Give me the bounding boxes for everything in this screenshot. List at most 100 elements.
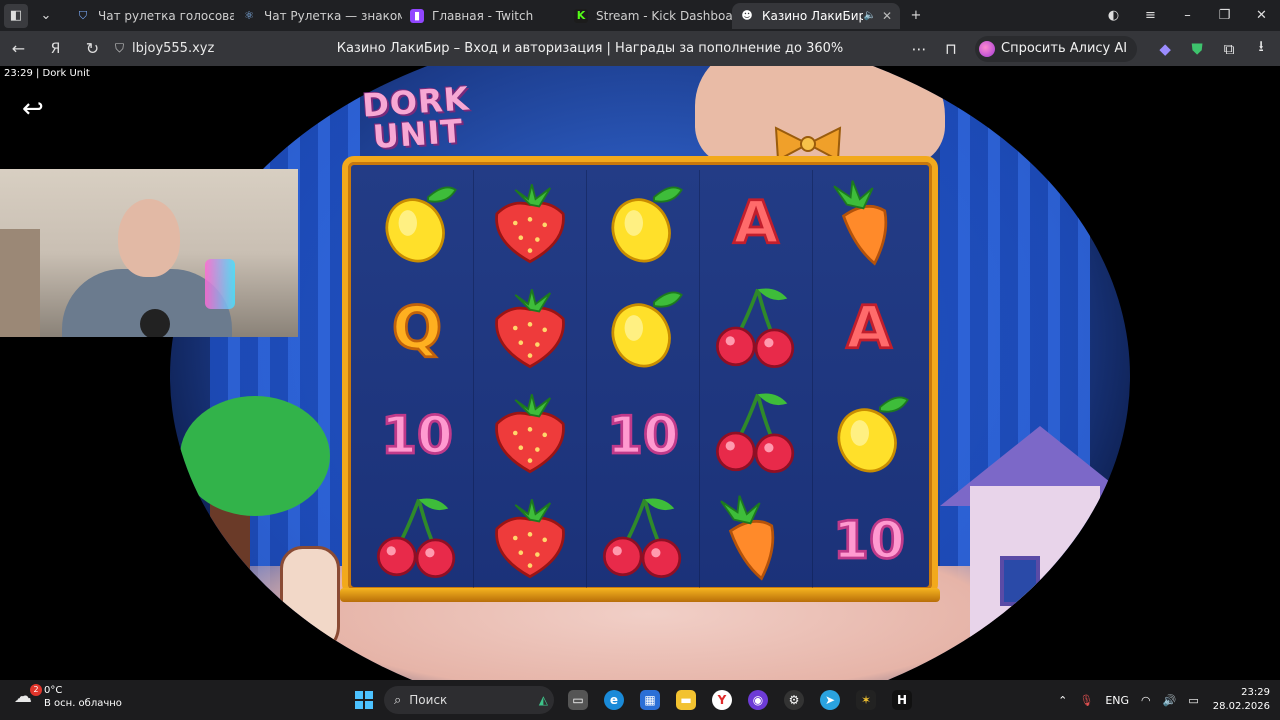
game-logo: DORK UNIT	[350, 79, 484, 156]
reels-base	[340, 588, 940, 602]
back-arrow-icon[interactable]: ↩	[22, 94, 44, 124]
house-window	[1000, 556, 1040, 606]
ask-alice-button[interactable]: Спросить Алису AI	[975, 35, 1138, 62]
symbol-card-A: A	[813, 275, 926, 380]
symbol-cherry	[700, 275, 813, 380]
weather-widget[interactable]: ☁ 2 0°C В осн. облачно	[14, 684, 122, 710]
navigation-bar: ← Я ↻ ⛉ lbjoy555.xyz Казино ЛакиБир – Вх…	[0, 31, 1280, 66]
telegram-icon[interactable]: ➤	[812, 680, 848, 720]
address-field[interactable]: ⛉ lbjoy555.xyz	[115, 41, 285, 56]
back-icon[interactable]: ←	[0, 31, 37, 66]
menu-icon[interactable]: ≡	[1132, 8, 1169, 23]
reload-icon[interactable]: ↻	[74, 31, 111, 66]
download-icon[interactable]: ⭳	[1245, 36, 1277, 61]
strawberry-icon	[494, 498, 565, 578]
strawberry-icon	[494, 393, 565, 473]
symbol-card-10: 10	[360, 380, 473, 485]
file-explorer-icon[interactable]: ▬	[668, 680, 704, 720]
symbol-card-10: 10	[813, 485, 926, 590]
tab-label: Чат рулетка голосовая –	[98, 8, 234, 23]
shield-icon: ⛉	[78, 8, 88, 22]
obs-icon[interactable]: ◉	[740, 680, 776, 720]
symbol-carrot	[813, 170, 926, 275]
new-tab-icon[interactable]: +	[904, 4, 928, 28]
cherry-icon	[716, 288, 795, 368]
language-indicator[interactable]: ENG	[1105, 694, 1129, 707]
speaker-icon[interactable]: 🔈	[863, 10, 875, 21]
symbol-lemon	[586, 170, 699, 275]
extension-puzzle-icon[interactable]: ⧉	[1213, 40, 1245, 58]
steam-icon[interactable]: ⚙	[776, 680, 812, 720]
card-label: 10	[834, 511, 906, 571]
restore-icon[interactable]: ❐	[1206, 8, 1243, 23]
notification-badge: 2	[30, 684, 42, 696]
tab-chat-roulette-dating[interactable]: ⚛ Чат Рулетка — знакомств	[234, 3, 402, 29]
kick-icon: K	[574, 8, 588, 23]
clock[interactable]: 23:29 28.02.2026	[1213, 686, 1270, 714]
tab-label: Чат Рулетка — знакомств	[264, 8, 402, 23]
tab-kick[interactable]: K Stream - Kick Dashboard	[566, 3, 732, 29]
webcam-microphone	[140, 309, 170, 337]
store-icon[interactable]: ▦	[632, 680, 668, 720]
yandex-icon[interactable]: Я	[37, 31, 74, 66]
cherry-icon	[376, 498, 455, 578]
tab-twitch[interactable]: ▮ Главная - Twitch	[402, 3, 566, 29]
clock-time: 23:29	[1241, 687, 1270, 698]
tab-chat-roulette[interactable]: ⛉ Чат рулетка голосовая –	[68, 3, 234, 29]
profile-icon[interactable]: ◐	[1095, 8, 1132, 23]
card-label: Q	[392, 293, 442, 362]
webcam-person-head	[118, 199, 180, 277]
symbol-card-10: 10	[586, 380, 699, 485]
symbol-grid[interactable]: A Q A 10 10 10	[360, 170, 926, 590]
carrot-icon	[833, 179, 888, 266]
symbol-strawberry	[473, 170, 586, 275]
tab-label: Stream - Kick Dashboard	[596, 8, 732, 23]
microphone-icon[interactable]: 🎙	[1079, 694, 1093, 707]
close-window-icon[interactable]: ✕	[1243, 8, 1280, 23]
bookmark-icon[interactable]: ⊓	[935, 40, 967, 58]
card-Q-icon: Q	[390, 291, 443, 363]
tab-label: Главная - Twitch	[432, 8, 534, 23]
winamp-icon[interactable]: ✶	[848, 680, 884, 720]
tab-casino[interactable]: ☻ Казино ЛакиБир – В 🔈 ✕	[732, 2, 900, 29]
taskbar-center: ⌕ Поиск ◭ ▭ e ▦ ▬ Y ◉ ⚙ ➤ ✶ H	[350, 680, 920, 720]
windows-start-icon[interactable]	[350, 680, 378, 720]
chevron-up-icon[interactable]: ⌃	[1058, 694, 1067, 707]
search-icon: ⌕	[394, 692, 402, 708]
minimize-icon[interactable]: –	[1169, 8, 1206, 23]
security-shield-icon[interactable]: ⛉	[115, 41, 124, 56]
webcam-rgb-lamp	[205, 259, 235, 309]
edge-icon[interactable]: e	[596, 680, 632, 720]
lemon-icon	[611, 291, 683, 367]
system-tray: ⌃ 🎙 ENG ◠ 🔊 ▭ 23:29 28.02.2026	[1046, 680, 1270, 720]
task-view-icon[interactable]: ▭	[560, 680, 596, 720]
alice-label: Спросить Алису AI	[1001, 41, 1128, 56]
more-icon[interactable]: ⋯	[903, 40, 935, 58]
volume-icon[interactable]: 🔊	[1163, 694, 1177, 707]
lemon-icon	[385, 186, 457, 262]
symbol-strawberry	[473, 275, 586, 380]
taskbar-search[interactable]: ⌕ Поиск ◭	[384, 686, 554, 714]
strawberry-icon	[494, 183, 565, 263]
symbol-lemon	[360, 170, 473, 275]
symbol-lemon	[813, 380, 926, 485]
card-10-icon: 10	[832, 509, 906, 572]
lemon-icon	[611, 186, 683, 262]
wifi-icon[interactable]: ◠	[1141, 694, 1151, 707]
card-label: A	[847, 293, 893, 362]
chevron-down-icon[interactable]: ⌄	[34, 4, 58, 28]
yandex-browser-icon[interactable]: Y	[704, 680, 740, 720]
close-icon[interactable]: ✕	[882, 9, 892, 23]
extension-ghost-icon[interactable]: ◆	[1149, 40, 1181, 58]
site-icon: ☻	[741, 9, 753, 22]
extension-shield-icon[interactable]: ⛊	[1181, 40, 1213, 58]
clock-date: 28.02.2026	[1212, 701, 1270, 712]
card-10-icon: 10	[606, 404, 680, 467]
app-h-icon[interactable]: H	[884, 680, 920, 720]
symbol-cherry	[586, 485, 699, 590]
lemon-icon	[837, 396, 910, 472]
sidebar-toggle-icon[interactable]: ◧	[4, 3, 28, 28]
symbol-cherry	[700, 380, 813, 485]
cherry-icon	[716, 393, 795, 473]
battery-icon[interactable]: ▭	[1188, 694, 1198, 707]
